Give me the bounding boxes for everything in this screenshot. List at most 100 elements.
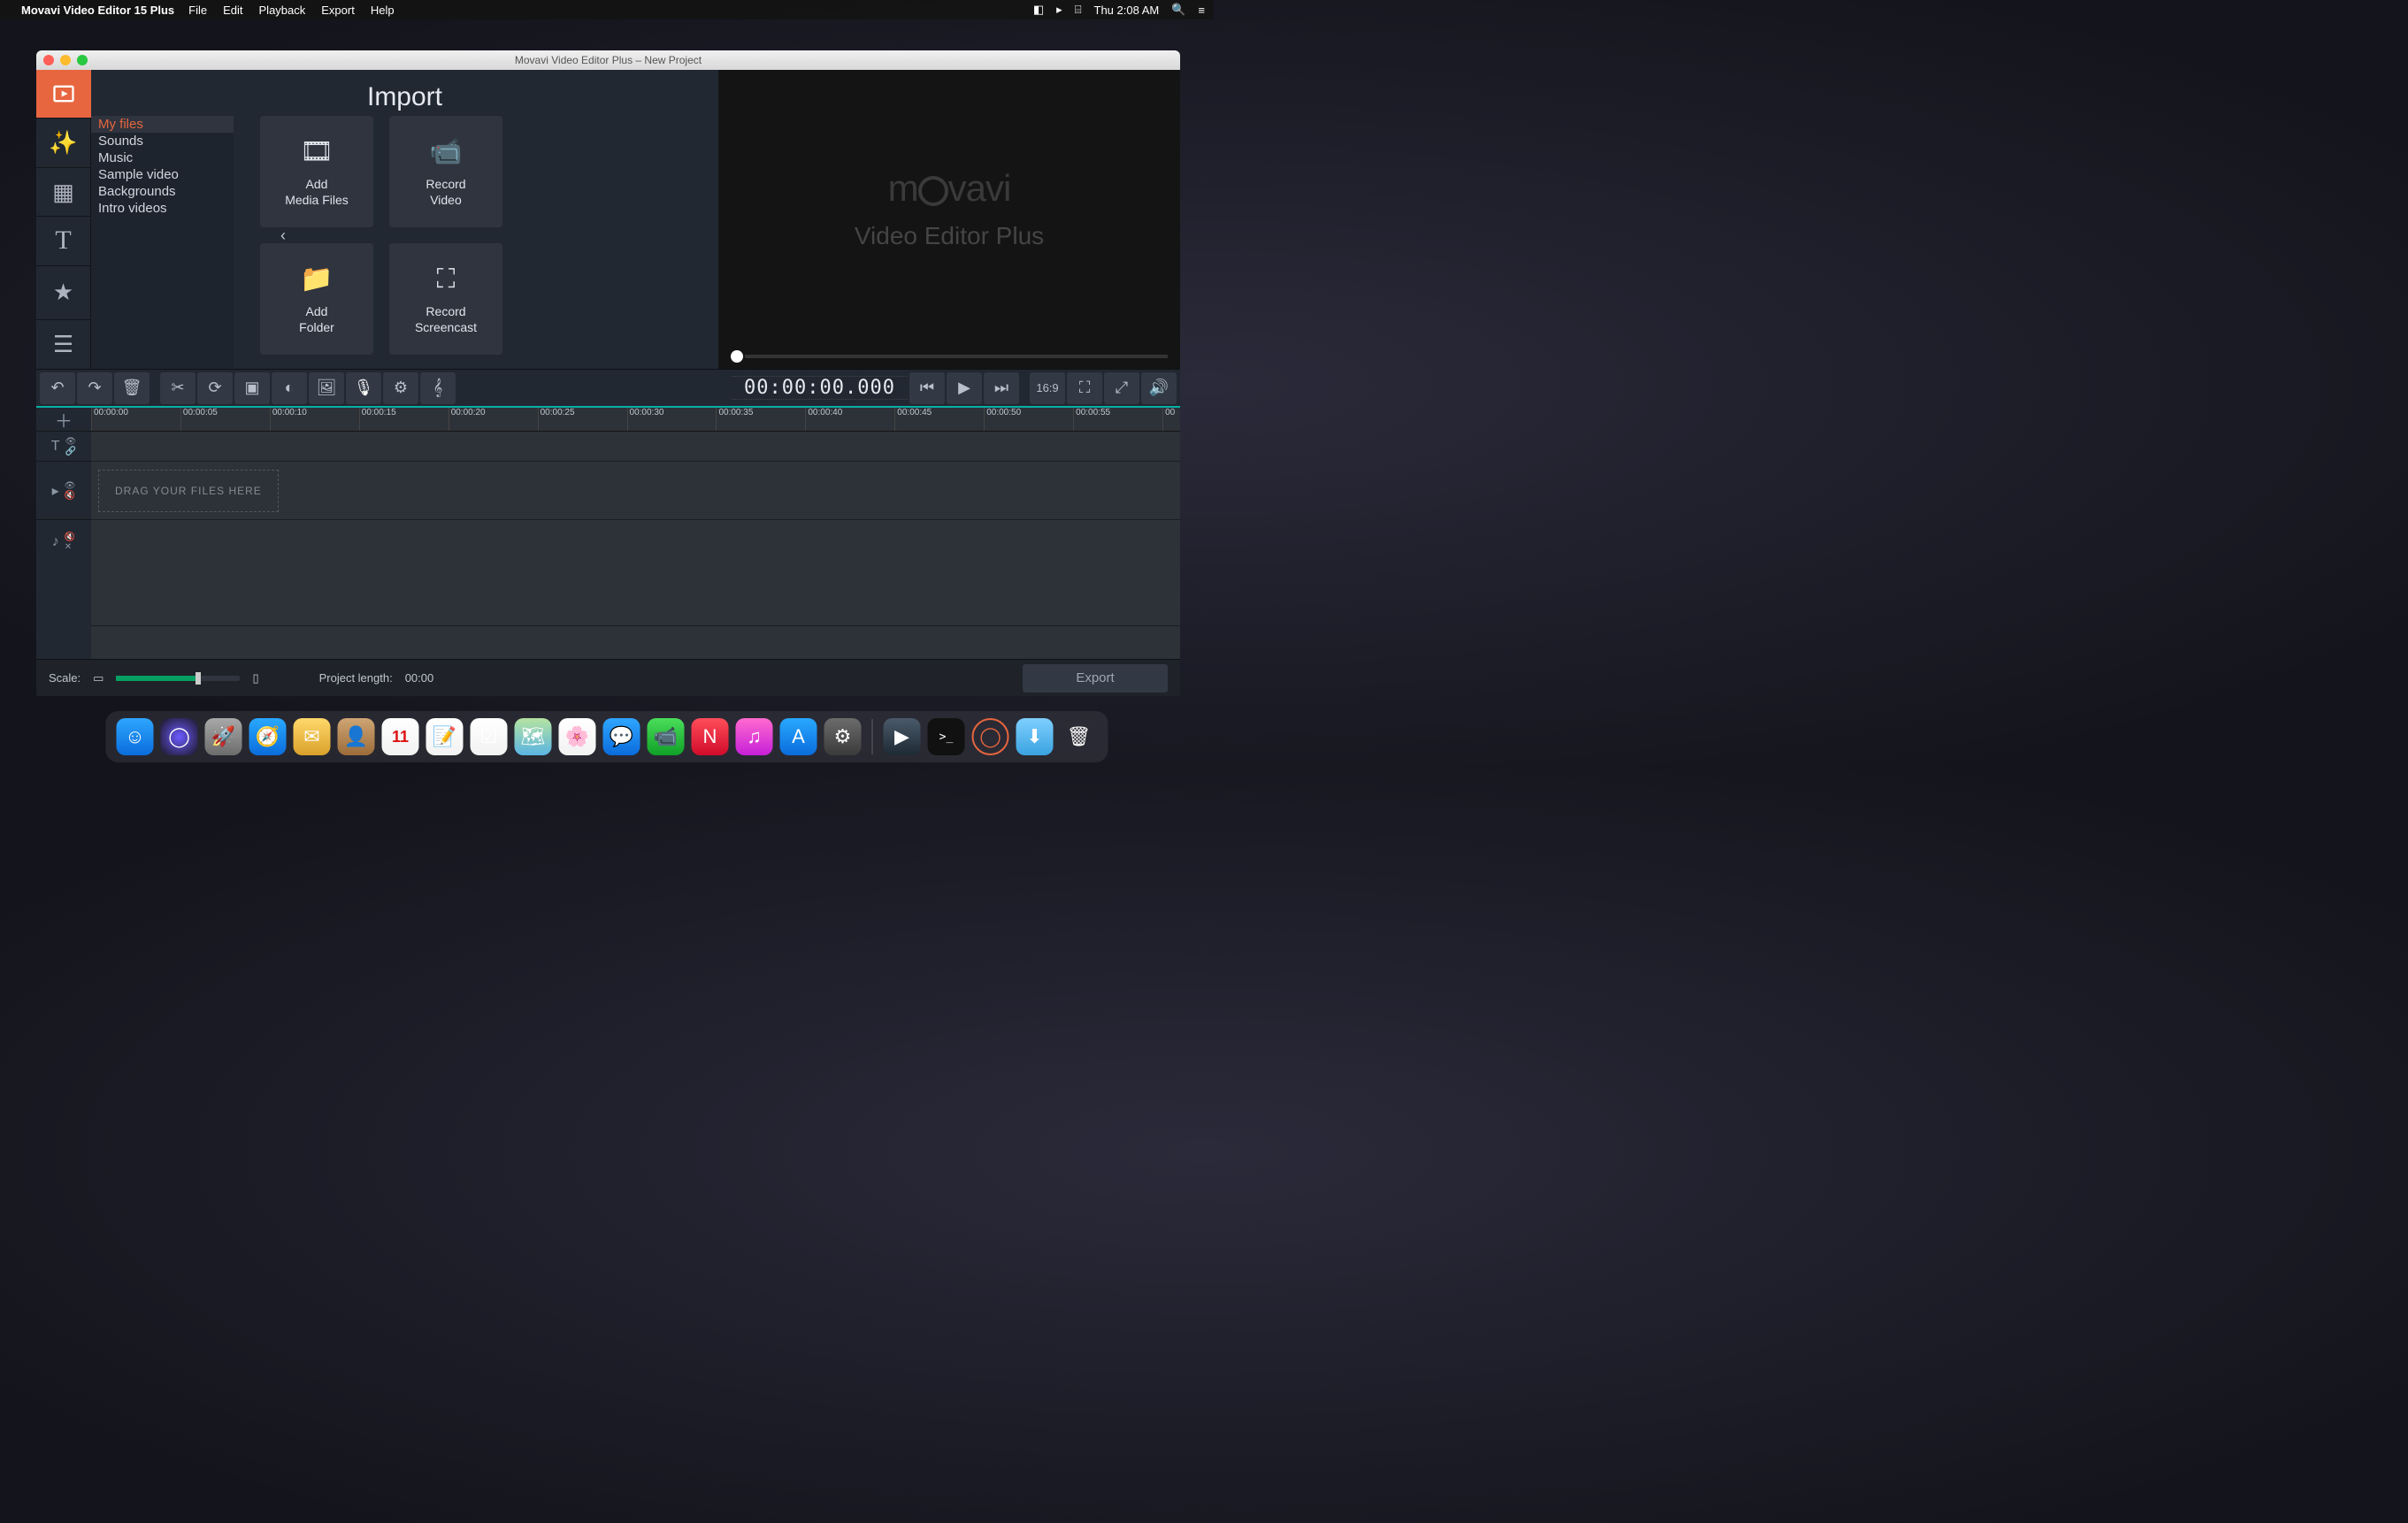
aspect-ratio-button[interactable]: 16:9	[1030, 372, 1065, 404]
video-track-icon[interactable]: ▸ 👁🔇	[36, 462, 91, 520]
dock-quicktime[interactable]: ▶	[884, 718, 921, 755]
dock-facetime[interactable]: 📹	[648, 718, 685, 755]
import-side-list: My files Sounds Music Sample video Backg…	[91, 116, 234, 369]
dock-itunes[interactable]: ♫	[736, 718, 773, 755]
undo-button[interactable]: ↶	[40, 372, 75, 404]
dock-reminders[interactable]: ☑	[471, 718, 508, 755]
redo-button[interactable]: ↷	[77, 372, 112, 404]
status-icon[interactable]: ▸	[1056, 3, 1062, 17]
text-track[interactable]	[91, 432, 1180, 462]
text-track-icon[interactable]: T 👁🔗	[36, 432, 91, 462]
preview-scrubber[interactable]	[718, 348, 1180, 365]
zoom-out-icon[interactable]: ▭	[93, 671, 104, 685]
timeline-ruler[interactable]: 00:00:00 00:00:05 00:00:10 00:00:15 00:0…	[91, 408, 1180, 432]
settings-button[interactable]: ⚙	[383, 372, 418, 404]
sidelist-sample-video[interactable]: Sample video	[91, 166, 234, 183]
dock-trash[interactable]: 🗑	[1061, 718, 1098, 755]
dock-downloads[interactable]: ⬇	[1016, 718, 1054, 755]
scrubber-track[interactable]	[745, 355, 1168, 358]
dock-movavi[interactable]: ◯	[972, 718, 1009, 755]
sidelist-intro-videos[interactable]: Intro videos	[91, 200, 234, 217]
fullscreen-button[interactable]: ⤢	[1104, 372, 1139, 404]
card-record-screencast[interactable]: ⛶Record Screencast	[389, 243, 502, 355]
minimize-window[interactable]	[60, 55, 71, 65]
export-button[interactable]: Export	[1023, 664, 1168, 693]
clock[interactable]: Thu 2:08 AM	[1094, 4, 1160, 17]
dock-maps[interactable]: 🗺	[515, 718, 552, 755]
dock-notes[interactable]: 📝	[426, 718, 464, 755]
screencast-icon: ⛶	[437, 263, 456, 296]
notifications-icon[interactable]: ◧	[1033, 3, 1044, 17]
card-add-media-files[interactable]: 🎞Add Media Files	[260, 116, 373, 227]
timeline-body[interactable]: 00:00:00 00:00:05 00:00:10 00:00:15 00:0…	[91, 408, 1180, 659]
preview-panel: mvavi Video Editor Plus	[718, 70, 1180, 369]
tab-import[interactable]	[36, 70, 91, 119]
color-button[interactable]: ◐	[272, 372, 307, 404]
zoom-window[interactable]	[77, 55, 88, 65]
tab-transitions[interactable]: ▦	[36, 168, 91, 217]
tab-titles[interactable]: T	[36, 217, 91, 265]
dock-safari[interactable]: 🧭	[249, 718, 287, 755]
volume-button[interactable]: 🔊	[1141, 372, 1177, 404]
menu-edit[interactable]: Edit	[223, 4, 242, 17]
drop-hint[interactable]: DRAG YOUR FILES HERE	[98, 470, 279, 512]
menu-playback[interactable]: Playback	[259, 4, 306, 17]
frame-button[interactable]: ⛶	[1067, 372, 1102, 404]
dock-calendar[interactable]: 11	[382, 718, 419, 755]
menu-file[interactable]: File	[188, 4, 207, 17]
zoom-in-icon[interactable]: ▯	[252, 671, 258, 685]
video-track[interactable]: DRAG YOUR FILES HERE	[91, 462, 1180, 520]
tab-more[interactable]: ☰	[36, 320, 91, 369]
play-button[interactable]: ▶	[947, 372, 982, 404]
tab-stickers[interactable]: ★	[36, 266, 91, 320]
sidelist-music[interactable]: Music	[91, 149, 234, 166]
dock-messages[interactable]: 💬	[603, 718, 640, 755]
dock-finder[interactable]: ☺	[117, 718, 154, 755]
dock-contacts[interactable]: 👤	[338, 718, 375, 755]
menu-export[interactable]: Export	[321, 4, 355, 17]
dock-siri[interactable]: ◯	[161, 718, 198, 755]
rotate-button[interactable]: ⟳	[197, 372, 233, 404]
next-button[interactable]: ⏭	[984, 372, 1019, 404]
scrubber-playhead[interactable]	[731, 350, 743, 363]
prev-button[interactable]: ⏮	[909, 372, 945, 404]
audio-track-icon[interactable]: ♪ 🔇✕	[36, 520, 91, 564]
dock-news[interactable]: N	[692, 718, 729, 755]
close-window[interactable]	[43, 55, 54, 65]
dock-appstore[interactable]: A	[780, 718, 817, 755]
media-icon: 🎞	[300, 135, 334, 169]
cut-button[interactable]: ✂	[160, 372, 196, 404]
titlebar[interactable]: Movavi Video Editor Plus – New Project	[36, 50, 1180, 70]
image-button[interactable]: 🖼	[309, 372, 344, 404]
menubar: Movavi Video Editor 15 Plus File Edit Pl…	[0, 0, 1214, 19]
card-record-video[interactable]: 📹Record Video	[389, 116, 502, 227]
add-track-button[interactable]: ＋	[36, 408, 91, 432]
dock-preferences[interactable]: ⚙	[824, 718, 862, 755]
menu-help[interactable]: Help	[371, 4, 395, 17]
scale-slider[interactable]	[116, 676, 240, 681]
sidelist-sounds[interactable]: Sounds	[91, 133, 234, 149]
dock-mail-client[interactable]: ✉	[294, 718, 331, 755]
equalizer-button[interactable]: 𝄞	[420, 372, 456, 404]
dock-terminal[interactable]: >_	[928, 718, 965, 755]
traffic-lights	[43, 55, 88, 65]
menu-list-icon[interactable]: ≡	[1198, 4, 1205, 17]
left-toolbar: ✨ ▦ T ★ ☰	[36, 70, 91, 369]
delete-button[interactable]: 🗑	[114, 372, 150, 404]
mic-button[interactable]: 🎙	[346, 372, 381, 404]
audio-track[interactable]	[91, 520, 1180, 626]
tab-filters[interactable]: ✨	[36, 119, 91, 167]
card-add-folder[interactable]: 📁Add Folder	[260, 243, 373, 355]
airplay-icon[interactable]: ⌸	[1075, 3, 1082, 17]
spotlight-icon[interactable]: 🔍	[1171, 3, 1185, 17]
project-length-value: 00:00	[405, 671, 434, 685]
scale-label: Scale:	[49, 671, 81, 685]
sidelist-my-files[interactable]: My files	[91, 116, 234, 133]
dock-photos[interactable]: 🌸	[559, 718, 596, 755]
collapse-sidebar-icon[interactable]: ‹	[280, 226, 293, 245]
import-panel: Import My files Sounds Music Sample vide…	[91, 70, 718, 369]
dock-launchpad[interactable]: 🚀	[205, 718, 242, 755]
app-name[interactable]: Movavi Video Editor 15 Plus	[21, 4, 174, 17]
sidelist-backgrounds[interactable]: Backgrounds	[91, 183, 234, 200]
crop-button[interactable]: ▣	[234, 372, 270, 404]
